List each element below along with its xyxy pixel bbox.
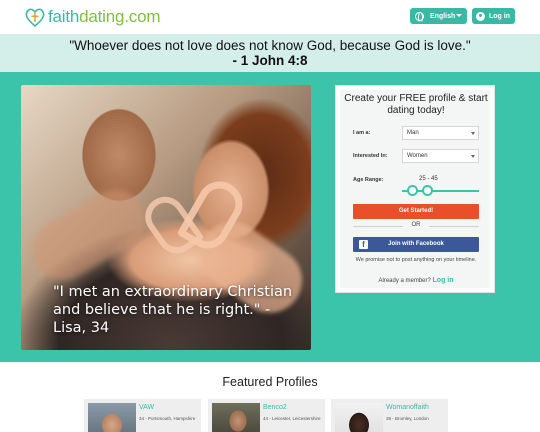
iam-value: Man (407, 130, 419, 136)
featured-profiles-title: Featured Profiles (222, 375, 318, 389)
chevron-down-icon (471, 132, 475, 135)
age-value: 25 - 45 (419, 176, 438, 182)
heart-cross-logo-icon (24, 6, 46, 28)
privacy-promise: We promise not to post anything on your … (355, 257, 477, 263)
interested-label: Interested In: (353, 153, 388, 159)
language-selector[interactable]: English (410, 8, 467, 24)
logo-wordmark: faithdating.com (48, 7, 161, 26)
facebook-label: Join with Facebook (388, 241, 444, 247)
member-text: Already a member? (378, 278, 431, 284)
age-slider-min-handle[interactable] (407, 185, 418, 196)
age-row: Age Range: 25 - 45 (353, 173, 483, 197)
caret-down-icon (456, 14, 462, 17)
interested-select[interactable]: Women (402, 149, 479, 163)
interested-value: Women (407, 153, 428, 159)
age-label: Age Range: (353, 177, 384, 183)
profile-name: VAW (139, 404, 155, 411)
get-started-button[interactable]: Get Started! (353, 204, 479, 219)
avatar (212, 403, 260, 432)
profile-location: 44 - Leicester, Leicestershire (263, 416, 321, 421)
quote-reference: - 1 John 4:8 (232, 53, 308, 68)
quote-text: "Whoever does not love does not know God… (69, 38, 471, 53)
profile-name: Benco2 (263, 404, 287, 411)
iam-select[interactable]: Man (402, 126, 479, 140)
signup-title: Create your FREE profile & start dating … (344, 93, 488, 116)
language-label: English (430, 12, 456, 20)
site-logo[interactable]: faithdating.com (24, 4, 161, 30)
profile-location: 38 - Bromley, London (386, 416, 429, 421)
couple-photo: "I met an extraordinary Christian and be… (21, 85, 311, 350)
hero-section: "I met an extraordinary Christian and be… (0, 72, 540, 362)
facebook-join-button[interactable]: f Join with Facebook (353, 237, 479, 252)
chevron-down-icon (471, 155, 475, 158)
login-button[interactable]: Log in (472, 8, 515, 24)
or-divider: OR (353, 222, 479, 230)
profile-card[interactable]: VAW 34 - Portsmouth, Hampshire (84, 399, 201, 432)
age-slider-max-handle[interactable] (422, 185, 433, 196)
signup-panel: Create your FREE profile & start dating … (335, 85, 495, 293)
profile-name: Womanoffaith (386, 404, 429, 411)
member-login-prompt: Already a member? Log in (353, 277, 479, 284)
testimonial-text: "I met an extraordinary Christian and be… (53, 284, 293, 336)
facebook-icon: f (359, 240, 368, 249)
photo-hand-left (22, 179, 156, 291)
avatar (335, 403, 383, 432)
globe-icon (415, 11, 424, 23)
iam-label: I am a: (353, 130, 371, 136)
profile-card[interactable]: Benco2 44 - Leicester, Leicestershire (208, 399, 325, 432)
scripture-quote-banner: "Whoever does not love does not know God… (0, 34, 540, 72)
login-link[interactable]: Log in (433, 277, 454, 284)
site-header: faithdating.com English Log in (0, 0, 540, 34)
login-label: Log in (489, 12, 510, 20)
user-icon (476, 11, 485, 21)
avatar (88, 403, 136, 432)
profile-location: 34 - Portsmouth, Hampshire (139, 416, 196, 421)
profile-card[interactable]: Womanoffaith 38 - Bromley, London (331, 399, 448, 432)
